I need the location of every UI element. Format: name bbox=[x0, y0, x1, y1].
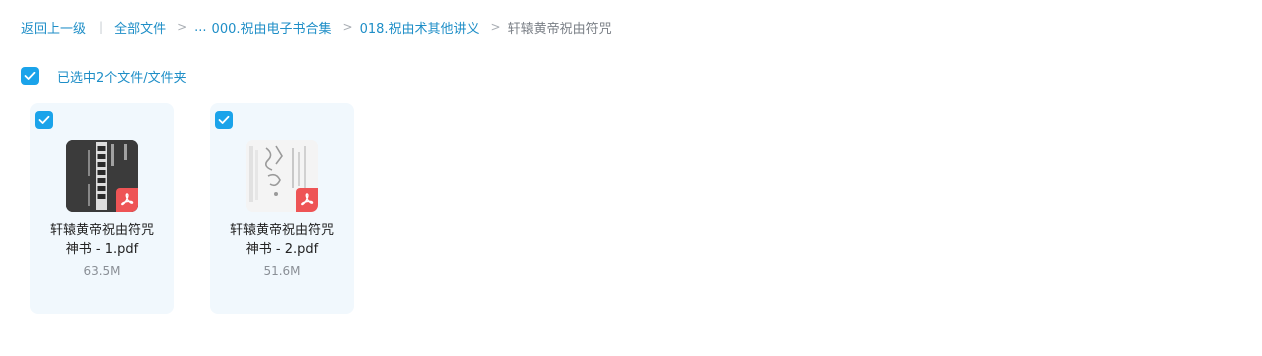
selection-bar: 已选中2个文件/文件夹 bbox=[21, 66, 187, 86]
breadcrumb-current-folder: 轩辕黄帝祝由符咒 bbox=[507, 21, 612, 37]
file-thumbnail bbox=[246, 140, 318, 212]
file-name-line: 轩辕黄帝祝由符咒 bbox=[229, 223, 334, 238]
breadcrumb: 返回上一级 | 全部文件 > ... 000.祝由电子书合集 > 018.祝由术… bbox=[21, 17, 612, 37]
file-checkbox[interactable] bbox=[215, 111, 233, 129]
chevron-right-icon: > bbox=[177, 20, 188, 34]
back-link[interactable]: 返回上一级 bbox=[21, 18, 86, 37]
check-icon bbox=[24, 71, 36, 80]
file-name: 轩辕黄帝祝由符咒 神书 - 1.pdf bbox=[38, 221, 166, 259]
check-icon bbox=[38, 115, 50, 124]
file-size: 51.6M bbox=[263, 264, 301, 278]
chevron-right-icon: > bbox=[342, 20, 353, 34]
select-all-checkbox[interactable] bbox=[21, 67, 39, 85]
file-size: 63.5M bbox=[83, 264, 121, 278]
breadcrumb-ellipsis[interactable]: ... bbox=[194, 20, 206, 35]
file-thumbnail bbox=[66, 140, 138, 212]
breadcrumb-folder-ebooks[interactable]: 000.祝由电子书合集 bbox=[212, 18, 332, 37]
file-card[interactable]: 轩辕黄帝祝由符咒 神书 - 1.pdf 63.5M bbox=[30, 103, 174, 314]
file-card[interactable]: 轩辕黄帝祝由符咒 神书 - 2.pdf 51.6M bbox=[210, 103, 354, 314]
breadcrumb-all-files[interactable]: 全部文件 bbox=[114, 18, 166, 37]
breadcrumb-folder-notes[interactable]: 018.祝由术其他讲义 bbox=[360, 18, 480, 37]
pdf-icon bbox=[116, 188, 138, 212]
file-name-line: 轩辕黄帝祝由符咒 bbox=[49, 223, 154, 238]
file-name: 轩辕黄帝祝由符咒 神书 - 2.pdf bbox=[218, 221, 346, 259]
pdf-icon bbox=[296, 188, 318, 212]
check-icon bbox=[218, 115, 230, 124]
breadcrumb-divider: | bbox=[99, 20, 104, 34]
file-name-line: 神书 - 1.pdf bbox=[65, 242, 139, 257]
selection-count-label: 已选中2个文件/文件夹 bbox=[57, 70, 187, 86]
file-checkbox[interactable] bbox=[35, 111, 53, 129]
chevron-right-icon: > bbox=[490, 20, 501, 34]
file-name-line: 神书 - 2.pdf bbox=[245, 242, 319, 257]
